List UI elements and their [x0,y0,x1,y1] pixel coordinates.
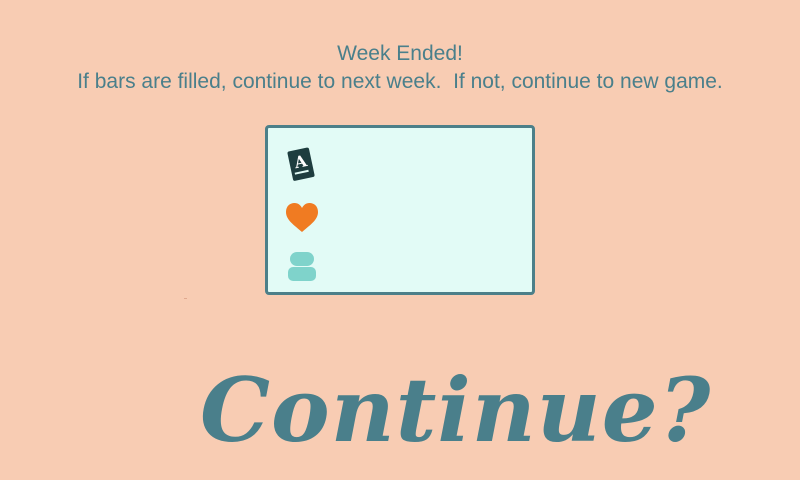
speck [184,298,187,299]
stat-row-friend [284,250,514,286]
instructions-text: If bars are filled, continue to next wee… [77,70,723,93]
continue-button[interactable]: Continue? [200,350,710,470]
study-book-icon: A [287,147,315,181]
friend-icon [288,252,316,281]
week-ended-title: Week Ended! [337,42,463,65]
stat-row-love [284,200,514,236]
stats-panel: A [265,125,535,295]
heart-icon [286,203,318,232]
stat-row-study: A [284,146,514,182]
week-ended-message: Week Ended! If bars are filled, continue… [0,40,800,96]
